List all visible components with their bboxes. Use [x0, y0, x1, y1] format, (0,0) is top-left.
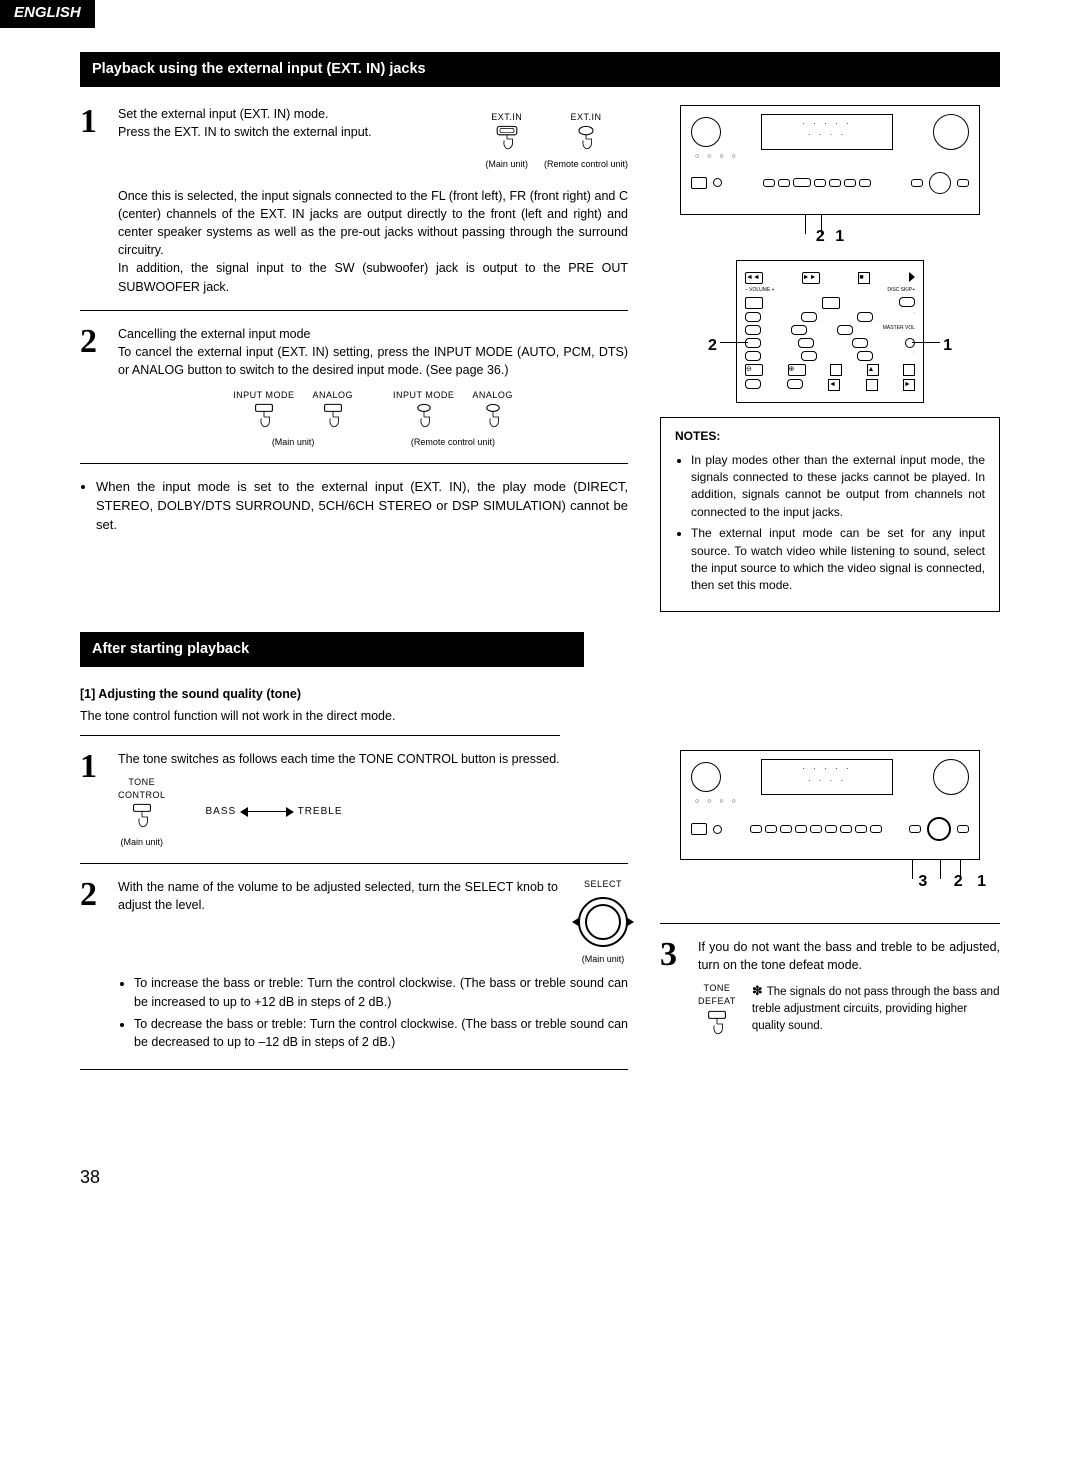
section2-columns: 1 The tone switches as follows each time…: [80, 750, 1000, 1084]
step1-text2: Press the EXT. IN to switch the external…: [118, 125, 372, 139]
section1-header: Playback using the external input (EXT. …: [80, 52, 1000, 87]
page-content: Playback using the external input (EXT. …: [0, 28, 1080, 1084]
select-knob-icon: [927, 817, 951, 841]
ext-in-remote-icon: EXT.IN (Remote control unit): [544, 111, 628, 171]
section2-intro: The tone control function will not work …: [80, 707, 1000, 725]
round-button-press-icon: [572, 124, 600, 154]
input-mode-main-icon: INPUT MODE ANALOG: [233, 389, 353, 449]
section1-left: 1 Set the external input (EXT. IN) mode.…: [80, 105, 628, 612]
callout-3: 3: [918, 873, 927, 890]
divider: [80, 735, 560, 736]
rotary-knob-icon: [578, 897, 628, 947]
section1-right: · · · · ·· · · · ○ ○ ○ ○: [660, 105, 1000, 612]
notes-title: NOTES:: [675, 428, 985, 445]
step-number: 1: [80, 105, 104, 296]
step1-para2: In addition, the signal input to the SW …: [118, 261, 628, 293]
step-body: Cancelling the external input mode To ca…: [118, 325, 628, 450]
display-icon: · · · · ·· · · ·: [761, 759, 893, 795]
step-body: With the name of the volume to be adjust…: [118, 878, 628, 1055]
page-number: 38: [80, 1164, 1080, 1190]
section2-step3: 3 If you do not want the bass and treble…: [660, 938, 1000, 1042]
section2-right: · · · · ·· · · · ○ ○ ○ ○: [660, 750, 1000, 1084]
jack-icon: [713, 825, 722, 834]
note-item: The external input mode can be set for a…: [691, 525, 985, 595]
step-number: 2: [80, 325, 104, 450]
s2-step2-text: With the name of the volume to be adjust…: [118, 878, 558, 914]
button-press-icon: [493, 124, 521, 154]
callout-2: 2: [954, 873, 963, 890]
main-unit-diagram-2: · · · · ·· · · · ○ ○ ○ ○: [680, 750, 980, 860]
power-button-icon: [691, 823, 707, 835]
section2-left: 1 The tone switches as follows each time…: [80, 750, 628, 1084]
volume-knob-icon: [933, 114, 969, 150]
tone-control-icon: TONECONTROL (Main unit): [118, 776, 166, 849]
section1-step2-bullets: When the input mode is set to the extern…: [80, 478, 628, 535]
divider: [80, 310, 628, 311]
tone-defeat-icon: TONE DEFEAT: [698, 982, 736, 1042]
step-number: 1: [80, 750, 104, 849]
s2-step3-text: If you do not want the bass and treble t…: [698, 938, 1000, 974]
section1-step1: 1 Set the external input (EXT. IN) mode.…: [80, 105, 628, 296]
step1-para: Once this is selected, the input signals…: [118, 189, 628, 257]
signal-note: ✽The signals do not pass through the bas…: [752, 982, 1000, 1034]
round-button-press-icon: [410, 402, 438, 432]
step2-line2: To cancel the external input (EXT. IN) s…: [118, 345, 628, 377]
divider: [80, 1069, 628, 1070]
knob-icon: [691, 117, 721, 147]
note-item: In play modes other than the external in…: [691, 452, 985, 522]
step-number: 2: [80, 878, 104, 1055]
page: ENGLISH Playback using the external inpu…: [0, 0, 1080, 1230]
small-button-icon: [911, 179, 923, 187]
knob-icon: [691, 762, 721, 792]
display-icon: · · · · ·· · · ·: [761, 114, 893, 150]
bass-treble-toggle: BASS TREBLE: [206, 805, 343, 820]
small-button-icon: [909, 825, 921, 833]
section2-header: After starting playback: [80, 632, 584, 667]
button-press-icon: [250, 402, 278, 432]
main-unit-diagram: · · · · ·· · · · ○ ○ ○ ○: [680, 105, 980, 215]
language-tab: ENGLISH: [0, 0, 95, 28]
button-press-icon: [703, 1009, 731, 1039]
s2-step1-text: The tone switches as follows each time t…: [118, 752, 560, 766]
step-body: Set the external input (EXT. IN) mode. P…: [118, 105, 628, 296]
jack-icon: [713, 178, 722, 187]
section2-step2: 2 With the name of the volume to be adju…: [80, 878, 628, 1055]
small-button-icon: [957, 179, 969, 187]
input-mode-remote-icon: INPUT MODE ANALOG: [393, 389, 513, 449]
button-press-icon: [128, 802, 156, 832]
callout-1: 1: [977, 873, 986, 890]
divider: [80, 463, 628, 464]
section1-columns: 1 Set the external input (EXT. IN) mode.…: [80, 105, 1000, 612]
bullet: When the input mode is set to the extern…: [96, 478, 628, 535]
step-number: 3: [660, 938, 684, 1042]
divider: [80, 863, 628, 864]
ext-in-main-icon: EXT.IN (Main unit): [485, 111, 528, 171]
power-button-icon: [691, 177, 707, 189]
callout-2: 2: [708, 334, 717, 357]
step-body: The tone switches as follows each time t…: [118, 750, 628, 849]
section2-subtitle: [1] Adjusting the sound quality (tone): [80, 685, 1000, 703]
divider: [660, 923, 1000, 924]
section1-step2: 2 Cancelling the external input mode To …: [80, 325, 628, 450]
bullet: To decrease the bass or treble: Turn the…: [134, 1015, 628, 1051]
select-knob-icon: [929, 172, 951, 194]
volume-knob-icon: [933, 759, 969, 795]
notes-box: NOTES: In play modes other than the exte…: [660, 417, 1000, 612]
round-button-press-icon: [479, 402, 507, 432]
step1-text1: Set the external input (EXT. IN) mode.: [118, 107, 329, 121]
callout-1: 1: [943, 334, 952, 357]
section2-step1: 1 The tone switches as follows each time…: [80, 750, 628, 849]
select-knob-figure: SELECT (Main unit): [578, 878, 628, 966]
small-button-icon: [957, 825, 969, 833]
button-press-icon: [319, 402, 347, 432]
bullet: To increase the bass or treble: Turn the…: [134, 974, 628, 1010]
callout-1: 1: [835, 228, 844, 245]
remote-diagram: ◄◄►►■ – VOLUME +DISC SKIP+ MASTER VOL ⊖⊕…: [736, 260, 924, 403]
step2-line1: Cancelling the external input mode: [118, 327, 310, 341]
